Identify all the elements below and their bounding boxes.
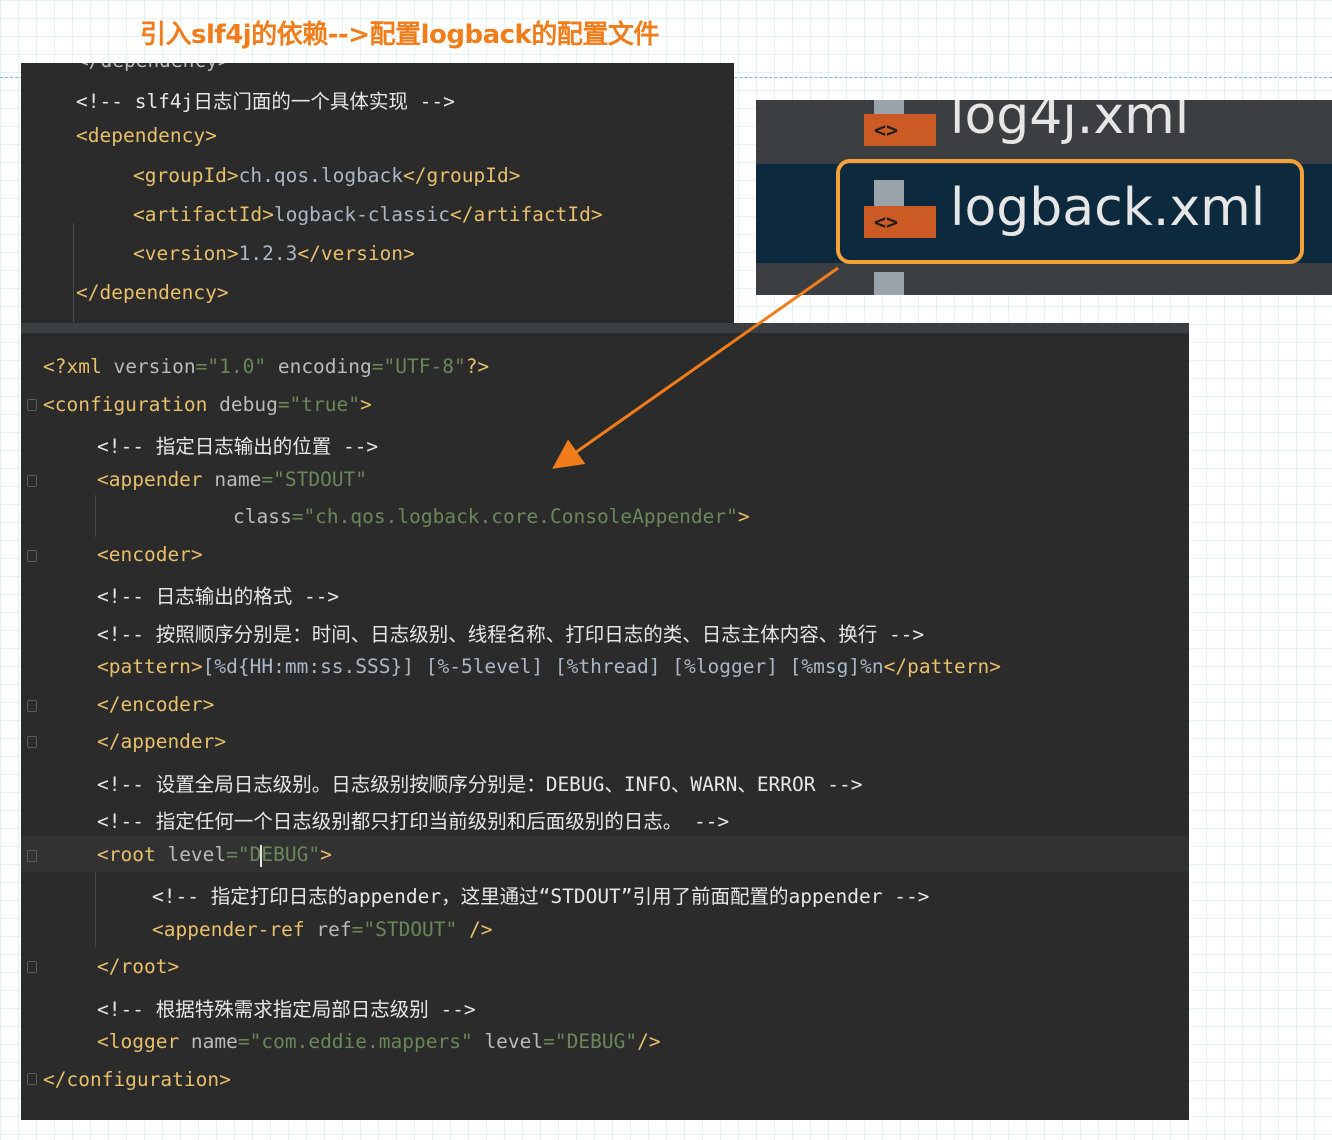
pointer-arrow: [552, 266, 839, 469]
